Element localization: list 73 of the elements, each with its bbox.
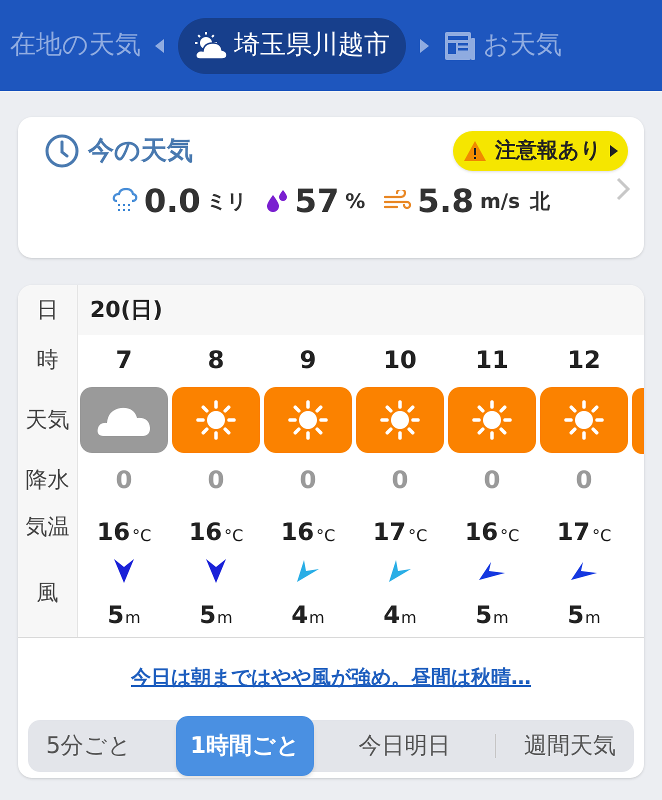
summary-link[interactable]: 今日は朝まではやや風が強め。昼間は秋晴… xyxy=(131,662,531,692)
row-label: 天気 xyxy=(26,406,70,434)
sun-icon xyxy=(470,398,514,442)
precip-value: 0 xyxy=(392,465,408,496)
wind-unit: m xyxy=(125,606,141,628)
wind-speed: 4 xyxy=(291,600,308,630)
left-arrow-icon[interactable] xyxy=(155,38,164,52)
temp-value: 17 xyxy=(556,517,590,548)
stat-value: 5.8 xyxy=(417,181,474,222)
hour-label: 11 xyxy=(475,345,509,376)
precip-value: 0 xyxy=(300,465,316,496)
card-title: 今の天気 xyxy=(88,134,193,168)
temp-unit: °C xyxy=(316,525,336,547)
clock-icon xyxy=(44,133,80,169)
chevron-right-icon[interactable] xyxy=(616,177,630,201)
temp-unit: °C xyxy=(500,525,520,547)
drops-icon xyxy=(264,189,289,213)
sun-icon xyxy=(378,398,422,442)
temp-unit: °C xyxy=(224,525,244,547)
alert-badge[interactable]: 注意報あり xyxy=(453,131,628,171)
row-label: 気温 xyxy=(26,514,70,542)
precip-value: 0 xyxy=(208,465,224,496)
partly-cloudy-icon xyxy=(194,30,228,60)
sun-icon xyxy=(194,398,238,442)
hour-label: 7 xyxy=(116,345,132,376)
view-tab[interactable]: 1時間ごと xyxy=(176,716,314,776)
wind-unit: m xyxy=(585,606,601,628)
view-tab[interactable]: 週間天気 xyxy=(514,728,626,764)
temp-value: 17 xyxy=(372,517,406,548)
precip-value: 0 xyxy=(116,465,132,496)
view-tab[interactable]: 今日明日 xyxy=(348,728,461,764)
wind-speed: 5 xyxy=(567,600,584,630)
right-arrow-icon[interactable] xyxy=(420,38,429,52)
wind-direction: 北 xyxy=(530,188,550,215)
temp-value: 16 xyxy=(96,517,130,548)
wind-speed: 5 xyxy=(475,600,492,630)
view-tab[interactable]: 5分ごと xyxy=(36,728,142,764)
wind-icon xyxy=(383,190,412,212)
temp-unit: °C xyxy=(408,525,428,547)
warning-icon xyxy=(463,140,487,162)
wind-speed: 5 xyxy=(199,600,216,630)
sun-icon xyxy=(286,398,330,442)
temp-unit: °C xyxy=(592,525,612,547)
row-label: 風 xyxy=(36,580,58,608)
hour-label: 9 xyxy=(300,345,316,376)
wind-unit: m xyxy=(309,606,325,628)
wind-unit: m xyxy=(217,606,233,628)
stat-unit: m/s xyxy=(480,188,520,215)
row-label: 時 xyxy=(36,346,58,374)
temp-value: 16 xyxy=(464,517,498,548)
sun-icon xyxy=(562,398,606,442)
row-label: 日 xyxy=(36,296,58,324)
wind-unit: m xyxy=(401,606,417,628)
caret-icon xyxy=(610,145,618,157)
location-tab[interactable]: 埼玉県川越市 xyxy=(178,18,406,74)
current-weather-card[interactable]: 今の天気 注意報あり 0.0 ミリ 57 % 5.8 m/s 北 xyxy=(18,117,644,258)
row-label: 降水 xyxy=(26,466,70,494)
hour-label: 12 xyxy=(567,345,601,376)
stat-unit: ミリ xyxy=(206,188,247,215)
temp-unit: °C xyxy=(132,525,152,547)
hour-label: 8 xyxy=(208,345,224,376)
wind-unit: m xyxy=(493,606,509,628)
precip-value: 0 xyxy=(576,465,592,496)
hour-label: 10 xyxy=(383,345,417,376)
temp-value: 16 xyxy=(188,517,222,548)
stat-value: 0.0 xyxy=(144,181,201,222)
date-label: 20(日) xyxy=(90,296,163,324)
stat-value: 57 xyxy=(294,181,340,222)
temp-value: 16 xyxy=(280,517,314,548)
precip-value: 0 xyxy=(484,465,500,496)
stat-unit: % xyxy=(345,188,366,215)
wind-speed: 5 xyxy=(107,600,124,630)
wind-speed: 4 xyxy=(383,600,400,630)
